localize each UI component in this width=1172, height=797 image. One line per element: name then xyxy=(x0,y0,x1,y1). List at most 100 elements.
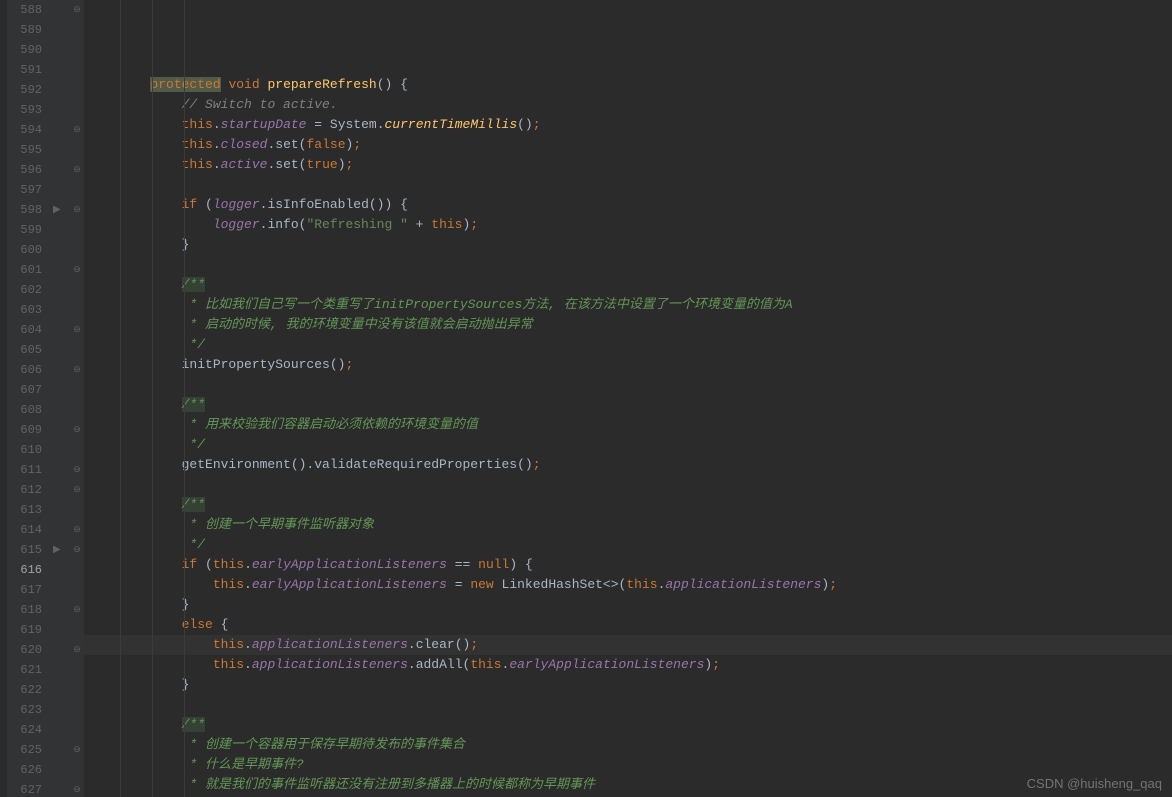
line-number[interactable]: 614 xyxy=(8,520,42,540)
fold-toggle-icon[interactable]: ⊖ xyxy=(72,125,82,135)
line-number[interactable]: 625 xyxy=(8,740,42,760)
line-number[interactable]: 599 xyxy=(8,220,42,240)
code-line[interactable]: /** xyxy=(84,395,1172,415)
code-line[interactable]: */ xyxy=(84,535,1172,555)
code-line[interactable]: * 创建一个容器用于保存早期待发布的事件集合 xyxy=(84,735,1172,755)
fold-toggle-icon[interactable]: ⊖ xyxy=(72,5,82,15)
code-line[interactable]: */ xyxy=(84,435,1172,455)
code-line[interactable] xyxy=(84,175,1172,195)
line-number[interactable]: 619 xyxy=(8,620,42,640)
line-number[interactable]: 605 xyxy=(8,340,42,360)
code-line[interactable]: * 什么是早期事件? xyxy=(84,755,1172,775)
line-number[interactable]: 592 xyxy=(8,80,42,100)
breakpoint-gutter[interactable]: ▶▶ xyxy=(50,0,70,797)
code-line[interactable]: protected void prepareRefresh() { xyxy=(84,75,1172,95)
code-line[interactable]: /** xyxy=(84,275,1172,295)
code-line[interactable]: // Switch to active. xyxy=(84,95,1172,115)
line-number[interactable]: 615 xyxy=(8,540,42,560)
code-line[interactable]: if (logger.isInfoEnabled()) { xyxy=(84,195,1172,215)
code-line[interactable]: * 比如我们自己写一个类重写了initPropertySources方法, 在该… xyxy=(84,295,1172,315)
code-line[interactable] xyxy=(84,695,1172,715)
code-line[interactable]: else { xyxy=(84,615,1172,635)
code-line[interactable] xyxy=(84,475,1172,495)
code-line[interactable]: this.applicationListeners.clear(); xyxy=(84,635,1172,655)
code-line[interactable]: initPropertySources(); xyxy=(84,355,1172,375)
code-line[interactable]: * 创建一个早期事件监听器对象 xyxy=(84,515,1172,535)
code-line[interactable]: if (this.earlyApplicationListeners == nu… xyxy=(84,555,1172,575)
fold-toggle-icon[interactable]: ⊖ xyxy=(72,325,82,335)
line-number[interactable]: 623 xyxy=(8,700,42,720)
fold-gutter[interactable]: ⊖ ⊖ ⊖ ⊖ ⊖ ⊖ ⊖ ⊖ ⊖ ⊖ ⊖ ⊖ ⊖ ⊖ ⊖ ⊖ xyxy=(70,0,84,797)
line-number[interactable]: 620 xyxy=(8,640,42,660)
code-area[interactable]: protected void prepareRefresh() { // Swi… xyxy=(84,0,1172,797)
line-number[interactable]: 626 xyxy=(8,760,42,780)
line-number[interactable]: 588 xyxy=(8,0,42,20)
line-number[interactable]: 598 xyxy=(8,200,42,220)
line-number[interactable]: 609 xyxy=(8,420,42,440)
line-number[interactable]: 607 xyxy=(8,380,42,400)
line-number[interactable]: 595 xyxy=(8,140,42,160)
code-line[interactable]: */ xyxy=(84,335,1172,355)
code-line[interactable]: } xyxy=(84,595,1172,615)
left-margin xyxy=(0,0,8,797)
code-line[interactable] xyxy=(84,375,1172,395)
fold-toggle-icon[interactable]: ⊖ xyxy=(72,265,82,275)
line-number[interactable]: 593 xyxy=(8,100,42,120)
line-number[interactable]: 627 xyxy=(8,780,42,797)
line-number[interactable]: 618 xyxy=(8,600,42,620)
line-number[interactable]: 616 xyxy=(8,560,42,580)
fold-toggle-icon[interactable]: ⊖ xyxy=(72,545,82,555)
line-number[interactable]: 610 xyxy=(8,440,42,460)
code-line[interactable] xyxy=(84,255,1172,275)
line-number[interactable]: 613 xyxy=(8,500,42,520)
line-number[interactable]: 596 xyxy=(8,160,42,180)
fold-toggle-icon[interactable]: ⊖ xyxy=(72,485,82,495)
fold-toggle-icon[interactable]: ⊖ xyxy=(72,745,82,755)
watermark-label: CSDN @huisheng_qaq xyxy=(1027,776,1162,791)
bookmark-icon[interactable]: ▶ xyxy=(53,544,61,556)
code-line[interactable]: logger.info("Refreshing " + this); xyxy=(84,215,1172,235)
code-line[interactable]: } xyxy=(84,235,1172,255)
fold-toggle-icon[interactable]: ⊖ xyxy=(72,525,82,535)
fold-toggle-icon[interactable]: ⊖ xyxy=(72,605,82,615)
line-number[interactable]: 594 xyxy=(8,120,42,140)
fold-toggle-icon[interactable]: ⊖ xyxy=(72,465,82,475)
line-number[interactable]: 591 xyxy=(8,60,42,80)
line-number[interactable]: 597 xyxy=(8,180,42,200)
line-number[interactable]: 621 xyxy=(8,660,42,680)
code-line[interactable]: this.applicationListeners.addAll(this.ea… xyxy=(84,655,1172,675)
line-number[interactable]: 600 xyxy=(8,240,42,260)
code-line[interactable]: /** xyxy=(84,495,1172,515)
line-number[interactable]: 606 xyxy=(8,360,42,380)
code-line[interactable]: /** xyxy=(84,715,1172,735)
line-number-gutter[interactable]: 5885895905915925935945955965975985996006… xyxy=(8,0,50,797)
line-number[interactable]: 603 xyxy=(8,300,42,320)
line-number[interactable]: 611 xyxy=(8,460,42,480)
line-number[interactable]: 590 xyxy=(8,40,42,60)
code-line[interactable]: this.closed.set(false); xyxy=(84,135,1172,155)
code-line[interactable]: * 启动的时候, 我的环境变量中没有该值就会启动抛出异常 xyxy=(84,315,1172,335)
code-line[interactable]: } xyxy=(84,675,1172,695)
code-line[interactable]: * 用来校验我们容器启动必须依赖的环境变量的值 xyxy=(84,415,1172,435)
fold-toggle-icon[interactable]: ⊖ xyxy=(72,645,82,655)
code-line[interactable]: this.active.set(true); xyxy=(84,155,1172,175)
line-number[interactable]: 604 xyxy=(8,320,42,340)
fold-toggle-icon[interactable]: ⊖ xyxy=(72,205,82,215)
line-number[interactable]: 624 xyxy=(8,720,42,740)
fold-toggle-icon[interactable]: ⊖ xyxy=(72,425,82,435)
line-number[interactable]: 589 xyxy=(8,20,42,40)
code-line[interactable]: this.earlyApplicationListeners = new Lin… xyxy=(84,575,1172,595)
line-number[interactable]: 608 xyxy=(8,400,42,420)
fold-toggle-icon[interactable]: ⊖ xyxy=(72,785,82,795)
fold-toggle-icon[interactable]: ⊖ xyxy=(72,165,82,175)
line-number[interactable]: 601 xyxy=(8,260,42,280)
code-line[interactable]: * 就是我们的事件监听器还没有注册到多播器上的时候都称为早期事件 xyxy=(84,775,1172,795)
fold-toggle-icon[interactable]: ⊖ xyxy=(72,365,82,375)
code-line[interactable]: this.startupDate = System.currentTimeMil… xyxy=(84,115,1172,135)
bookmark-icon[interactable]: ▶ xyxy=(53,204,61,216)
line-number[interactable]: 612 xyxy=(8,480,42,500)
code-line[interactable]: getEnvironment().validateRequiredPropert… xyxy=(84,455,1172,475)
line-number[interactable]: 602 xyxy=(8,280,42,300)
line-number[interactable]: 622 xyxy=(8,680,42,700)
line-number[interactable]: 617 xyxy=(8,580,42,600)
